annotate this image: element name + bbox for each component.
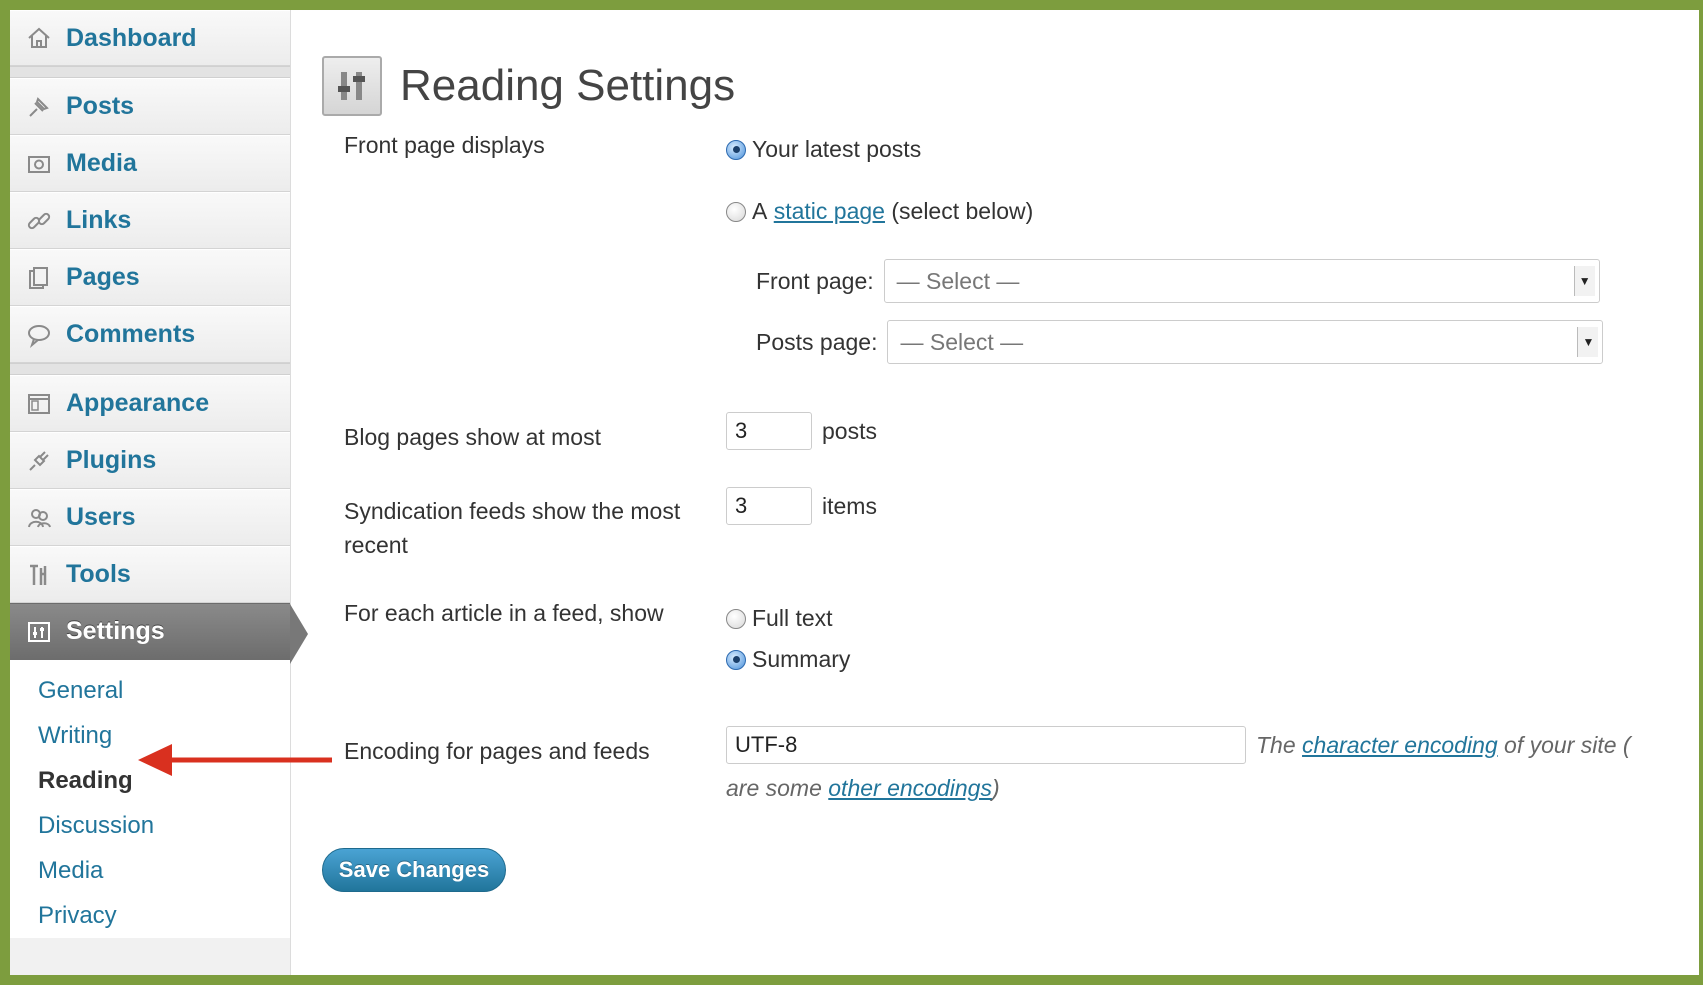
- encoding-field: The character encoding of your site (: [726, 726, 1631, 764]
- feed-article-label: For each article in a feed, show: [344, 600, 664, 626]
- sidebar-item-links[interactable]: Links: [10, 192, 290, 249]
- sidebar-item-label: Dashboard: [66, 23, 197, 52]
- comment-icon: [24, 320, 54, 350]
- pin-icon: [24, 92, 54, 122]
- sidebar-item-label: Tools: [66, 560, 131, 588]
- chevron-down-icon: ▼: [1577, 327, 1599, 357]
- sidebar-item-users[interactable]: Users: [10, 489, 290, 546]
- tools-icon: [24, 560, 54, 590]
- static-page-link[interactable]: static page: [774, 198, 885, 225]
- chevron-down-icon: ▼: [1573, 266, 1595, 296]
- other-encodings-link[interactable]: other encodings: [828, 775, 992, 802]
- submenu-item-privacy[interactable]: Privacy: [10, 893, 290, 938]
- sidebar-item-tools[interactable]: Tools: [10, 546, 290, 603]
- front-page-displays-label: Front page displays: [344, 132, 545, 158]
- radio-static-page-row[interactable]: A static page (select below): [726, 198, 1033, 225]
- submenu-item-general[interactable]: General: [10, 668, 290, 713]
- settings-icon: [24, 617, 54, 647]
- sidebar-item-label: Comments: [66, 320, 196, 348]
- radio-full-text-label: Full text: [752, 605, 833, 631]
- encoding-description-line2: are some other encodings): [726, 775, 1000, 802]
- sidebar-item-media[interactable]: Media: [10, 135, 290, 192]
- sidebar-item-label: Links: [66, 206, 132, 234]
- sidebar-item-label: Plugins: [66, 446, 157, 474]
- link-icon: [24, 206, 54, 236]
- front-page-select-value: — Select —: [896, 267, 1020, 294]
- front-page-select[interactable]: — Select — ▼: [883, 259, 1600, 303]
- sidebar-item-settings[interactable]: Settings: [10, 603, 308, 664]
- radio-full-text-row[interactable]: Full text: [726, 605, 833, 632]
- sidebar-item-dashboard[interactable]: Dashboard: [10, 10, 290, 66]
- sidebar-item-comments[interactable]: Comments: [10, 306, 290, 363]
- page-title: Reading Settings: [400, 61, 736, 111]
- pages-icon: [24, 263, 54, 293]
- radio-static-prefix: A: [752, 198, 768, 224]
- sidebar-item-label: Pages: [66, 263, 140, 291]
- encoding-desc2-suffix: ): [991, 775, 1000, 801]
- main-content: Reading Settings Front page displays You…: [290, 10, 1699, 975]
- sidebar-item-label: Media: [66, 149, 137, 177]
- menu-separator: [10, 66, 290, 78]
- radio-latest-posts[interactable]: [726, 139, 746, 160]
- radio-static-page[interactable]: [726, 201, 746, 222]
- save-changes-button[interactable]: Save Changes: [322, 848, 506, 892]
- radio-latest-posts-row[interactable]: Your latest posts: [726, 136, 921, 163]
- home-icon: [24, 23, 54, 53]
- encoding-input[interactable]: [726, 726, 1246, 764]
- posts-page-select-label: Posts page:: [756, 328, 878, 355]
- blog-pages-unit: posts: [822, 417, 877, 444]
- sidebar-item-label: Users: [66, 503, 136, 531]
- sidebar-item-appearance[interactable]: Appearance: [10, 375, 290, 432]
- radio-summary-row[interactable]: Summary: [726, 646, 850, 673]
- radio-latest-posts-label: Your latest posts: [752, 136, 922, 162]
- encoding-label: Encoding for pages and feeds: [344, 738, 650, 764]
- encoding-desc-suffix: of your site (: [1504, 731, 1631, 758]
- sidebar-item-plugins[interactable]: Plugins: [10, 432, 290, 489]
- blog-pages-input[interactable]: [726, 412, 812, 450]
- submenu-item-discussion[interactable]: Discussion: [10, 803, 290, 848]
- syndication-unit: items: [822, 492, 877, 519]
- posts-page-select[interactable]: — Select — ▼: [887, 320, 1604, 364]
- syndication-input[interactable]: [726, 487, 812, 525]
- sidebar-item-label: Posts: [66, 92, 135, 120]
- users-icon: [24, 503, 54, 533]
- media-icon: [24, 149, 54, 179]
- front-page-select-row: Front page: — Select — ▼: [756, 259, 1600, 303]
- character-encoding-link[interactable]: character encoding: [1302, 732, 1498, 758]
- radio-summary-label: Summary: [752, 646, 851, 672]
- sidebar-item-label: Appearance: [66, 389, 210, 417]
- settings-submenu: General Writing Reading Discussion Media…: [10, 660, 290, 938]
- posts-page-select-row: Posts page: — Select — ▼: [756, 320, 1604, 364]
- syndication-label: Syndication feeds show the most recent: [344, 498, 681, 558]
- front-page-select-label: Front page:: [756, 267, 874, 294]
- menu-separator: [10, 363, 290, 375]
- page-header: Reading Settings: [322, 32, 735, 141]
- radio-full-text[interactable]: [726, 608, 746, 629]
- blog-pages-label: Blog pages show at most: [344, 424, 601, 450]
- syndication-field: items: [726, 487, 877, 525]
- posts-page-select-value: — Select —: [900, 328, 1024, 355]
- appearance-icon: [24, 389, 54, 419]
- sidebar-item-pages[interactable]: Pages: [10, 249, 290, 306]
- radio-summary[interactable]: [726, 649, 746, 670]
- sidebar-item-posts[interactable]: Posts: [10, 78, 290, 135]
- encoding-description: The character encoding of your site (: [1256, 732, 1631, 759]
- plug-icon: [24, 446, 54, 476]
- wp-admin-window: Dashboard Posts Media Links Pages Commen…: [10, 10, 1699, 975]
- encoding-desc2-prefix: are some: [726, 775, 822, 801]
- radio-static-suffix: (select below): [891, 198, 1034, 224]
- admin-sidebar: Dashboard Posts Media Links Pages Commen…: [10, 10, 308, 975]
- sidebar-item-label: Settings: [66, 617, 165, 645]
- encoding-desc-prefix: The: [1256, 731, 1296, 758]
- submenu-item-media[interactable]: Media: [10, 848, 290, 893]
- blog-pages-field: posts: [726, 412, 877, 450]
- settings-icon: [322, 56, 382, 117]
